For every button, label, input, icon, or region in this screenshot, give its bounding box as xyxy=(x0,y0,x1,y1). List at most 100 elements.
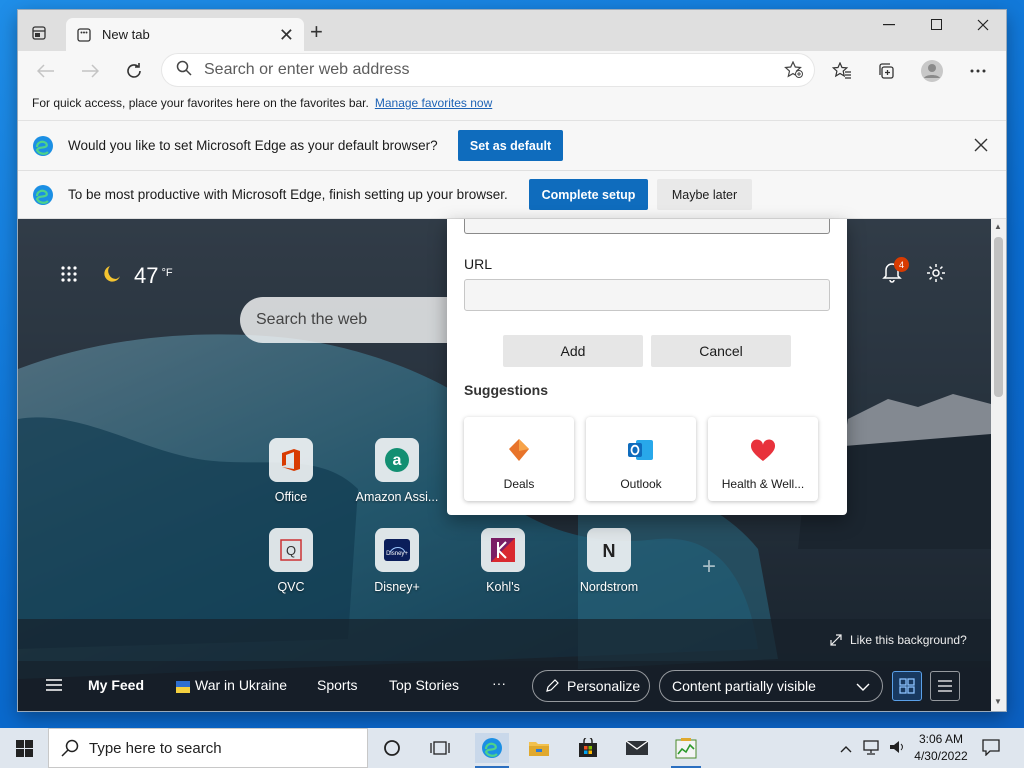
personalize-label: Personalize xyxy=(567,678,641,694)
quick-link-label: Office xyxy=(274,490,308,504)
scroll-down-icon[interactable]: ▼ xyxy=(994,697,1002,706)
heart-icon xyxy=(708,417,818,463)
feed-bar: My Feed War in Ukraine Sports Top Storie… xyxy=(18,661,991,711)
complete-setup-button[interactable]: Complete setup xyxy=(529,179,648,210)
quick-link-label: Disney+ xyxy=(374,580,420,594)
quick-link-label: Kohl's xyxy=(486,580,520,594)
show-hidden-icons-icon[interactable] xyxy=(840,740,852,758)
name-input[interactable] xyxy=(464,219,830,234)
close-window-icon[interactable] xyxy=(960,10,1006,40)
suggestion-label: Deals xyxy=(503,477,535,491)
new-tab-button[interactable]: + xyxy=(310,21,323,43)
svg-text:Q: Q xyxy=(286,543,296,558)
set-as-default-button[interactable]: Set as default xyxy=(458,130,563,161)
chevron-down-icon xyxy=(856,683,870,691)
windows-start-icon[interactable] xyxy=(16,740,33,762)
qvc-icon: Q xyxy=(269,528,313,572)
personalize-button[interactable]: Personalize xyxy=(532,670,650,702)
expand-icon xyxy=(830,634,842,646)
suggestion-deals[interactable]: Deals xyxy=(464,417,574,501)
default-browser-message: Would you like to set Microsoft Edge as … xyxy=(68,138,438,153)
ukraine-flag-icon xyxy=(176,680,190,696)
task-view-icon[interactable] xyxy=(425,733,455,763)
collections-icon[interactable] xyxy=(874,59,898,83)
moon-icon xyxy=(102,264,122,289)
minimize-icon[interactable] xyxy=(866,10,912,40)
suggestion-health-wellness[interactable]: Health & Well... xyxy=(708,417,818,501)
quick-link-disney-plus[interactable]: Disney+ Disney+ xyxy=(352,528,442,594)
taskbar-search-placeholder: Type here to search xyxy=(89,739,222,757)
feed-top-stories[interactable]: Top Stories xyxy=(389,677,459,693)
notifications-button[interactable]: 4 xyxy=(882,257,909,288)
quick-link-nordstrom[interactable]: N Nordstrom xyxy=(564,528,654,594)
refresh-icon[interactable] xyxy=(122,59,146,83)
manage-favorites-link[interactable]: Manage favorites now xyxy=(375,96,492,110)
tab-title: New tab xyxy=(102,27,150,42)
maximize-icon[interactable] xyxy=(914,10,960,40)
cancel-button[interactable]: Cancel xyxy=(651,335,791,367)
like-background-text: Like this background? xyxy=(850,633,967,647)
tab-new-tab[interactable]: New tab ✕ xyxy=(66,18,304,51)
close-banner-icon[interactable] xyxy=(974,138,988,155)
page-settings-icon[interactable] xyxy=(926,263,946,288)
feed-my-feed[interactable]: My Feed xyxy=(88,677,144,693)
scroll-up-icon[interactable]: ▲ xyxy=(994,222,1002,231)
like-background-link[interactable]: Like this background? xyxy=(830,633,967,647)
feed-sports[interactable]: Sports xyxy=(317,677,357,693)
page-scrollbar[interactable]: ▲ ▼ xyxy=(991,219,1006,711)
task-manager-icon[interactable] xyxy=(671,733,701,763)
quick-link-kohls[interactable]: Kohl's xyxy=(458,528,548,594)
quick-link-qvc[interactable]: Q QVC xyxy=(246,528,336,594)
feed-more[interactable]: ··· xyxy=(492,675,506,691)
menu-icon[interactable] xyxy=(46,678,62,694)
address-input[interactable] xyxy=(204,61,764,79)
add-site-icon[interactable]: + xyxy=(702,553,716,581)
feed-war-in-ukraine[interactable]: War in Ukraine xyxy=(195,677,287,693)
weather-widget[interactable]: 47 °F xyxy=(60,263,173,289)
volume-icon[interactable] xyxy=(888,738,906,761)
address-bar[interactable] xyxy=(162,54,814,86)
svg-text:N: N xyxy=(603,541,616,561)
taskbar-search-box[interactable]: Type here to search xyxy=(48,728,368,768)
url-input[interactable] xyxy=(464,279,830,311)
mail-icon[interactable] xyxy=(622,733,652,763)
store-icon[interactable] xyxy=(573,733,603,763)
app-launcher-icon[interactable] xyxy=(60,265,78,288)
network-icon[interactable] xyxy=(862,738,880,761)
grid-layout-icon[interactable] xyxy=(892,671,922,701)
system-clock[interactable]: 3:06 AM 4/30/2022 xyxy=(912,731,970,765)
file-explorer-icon[interactable] xyxy=(524,733,554,763)
close-tab-icon[interactable]: ✕ xyxy=(279,26,294,44)
tab-actions-icon[interactable] xyxy=(28,22,50,44)
favorites-icon[interactable] xyxy=(830,59,854,83)
edge-taskbar-icon[interactable] xyxy=(475,733,509,763)
action-center-icon[interactable] xyxy=(982,738,1000,761)
weather-unit: °F xyxy=(161,267,173,279)
cortana-icon[interactable] xyxy=(377,733,407,763)
profile-avatar[interactable] xyxy=(920,59,944,83)
quick-link-amazon-assistant[interactable]: a Amazon Assi... xyxy=(352,438,442,504)
add-favorite-icon[interactable] xyxy=(784,60,804,84)
tab-bar: New tab ✕ + xyxy=(18,10,1006,51)
more-options-icon[interactable] xyxy=(966,59,990,83)
quick-link-office[interactable]: Office xyxy=(246,438,336,504)
quick-link-label: QVC xyxy=(277,580,305,594)
search-icon xyxy=(61,739,79,757)
toolbar xyxy=(18,51,1006,90)
deals-icon xyxy=(464,417,574,463)
default-browser-banner: Would you like to set Microsoft Edge as … xyxy=(18,121,1006,171)
content-visibility-dropdown[interactable]: Content partially visible xyxy=(659,670,883,702)
suggestion-outlook[interactable]: Outlook xyxy=(586,417,696,501)
browser-window: New tab ✕ + For quick access, place your… xyxy=(18,10,1006,711)
scrollbar-thumb[interactable] xyxy=(994,237,1003,397)
content-visibility-value: Content partially visible xyxy=(672,678,816,694)
back-icon[interactable] xyxy=(34,59,58,83)
maybe-later-button[interactable]: Maybe later xyxy=(657,179,752,210)
edge-logo-icon xyxy=(32,135,54,157)
forward-icon[interactable] xyxy=(78,59,102,83)
clock-date: 4/30/2022 xyxy=(914,749,968,763)
list-layout-icon[interactable] xyxy=(930,671,960,701)
quick-link-label: Nordstrom xyxy=(579,580,639,594)
new-tab-icon xyxy=(76,27,92,43)
add-button[interactable]: Add xyxy=(503,335,643,367)
